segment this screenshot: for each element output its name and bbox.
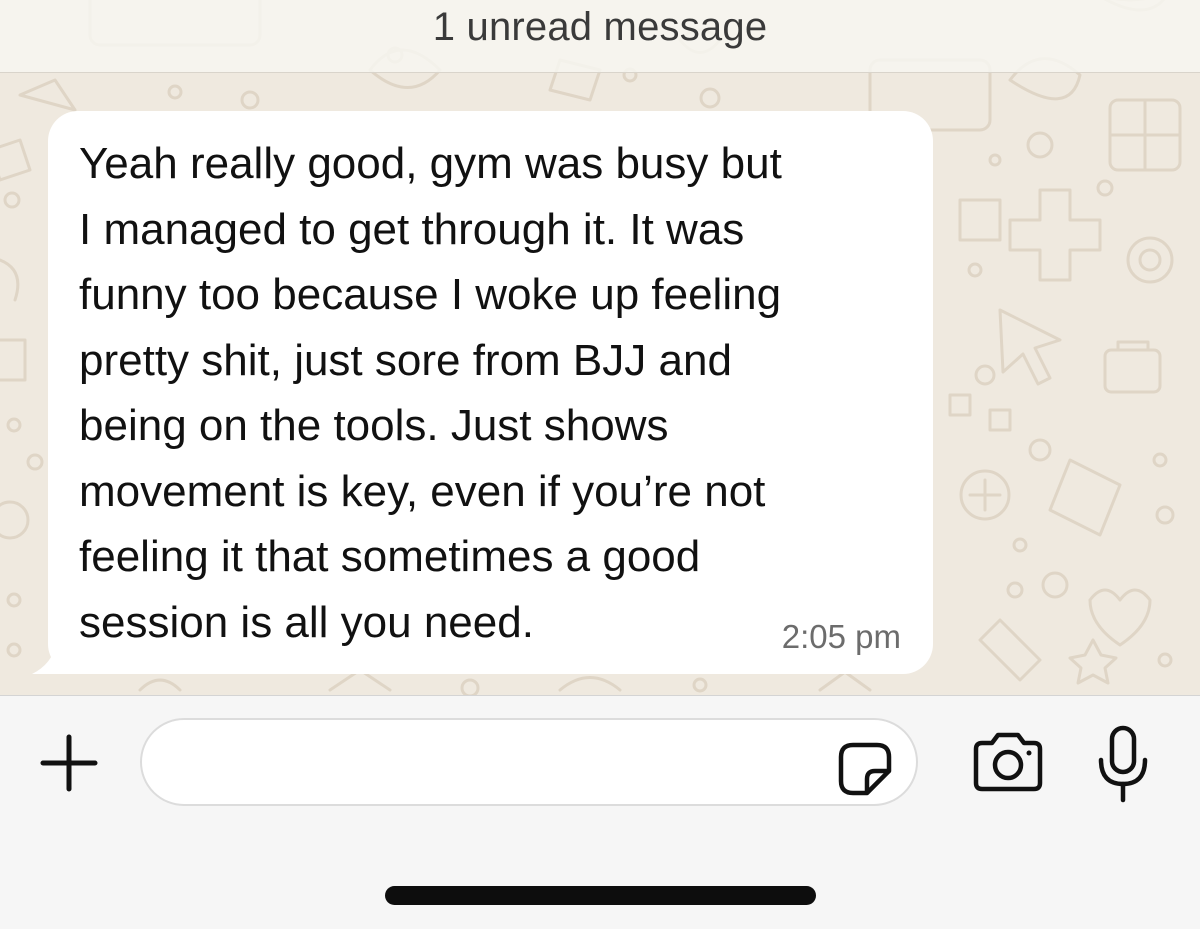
voice-message-button[interactable] bbox=[1086, 720, 1160, 810]
microphone-icon bbox=[1098, 725, 1148, 803]
camera-button[interactable] bbox=[965, 728, 1051, 798]
plus-icon bbox=[40, 734, 98, 792]
sticker-icon bbox=[838, 742, 892, 796]
message-composer bbox=[0, 695, 1200, 929]
incoming-message-bubble[interactable]: Yeah really good, gym was busy but I man… bbox=[48, 111, 933, 674]
chat-area: 1 unread message Yeah really good, gym w… bbox=[0, 0, 1200, 695]
message-text: Yeah really good, gym was busy but I man… bbox=[79, 139, 782, 647]
home-indicator[interactable] bbox=[385, 886, 816, 905]
message-input[interactable] bbox=[140, 718, 918, 806]
message-timestamp: 2:05 pm bbox=[781, 618, 901, 655]
sticker-button[interactable] bbox=[832, 736, 898, 802]
unread-messages-label: 1 unread message bbox=[432, 4, 768, 49]
unread-messages-banner: 1 unread message bbox=[0, 0, 1200, 73]
camera-icon bbox=[973, 732, 1043, 792]
attach-button[interactable] bbox=[34, 728, 104, 798]
